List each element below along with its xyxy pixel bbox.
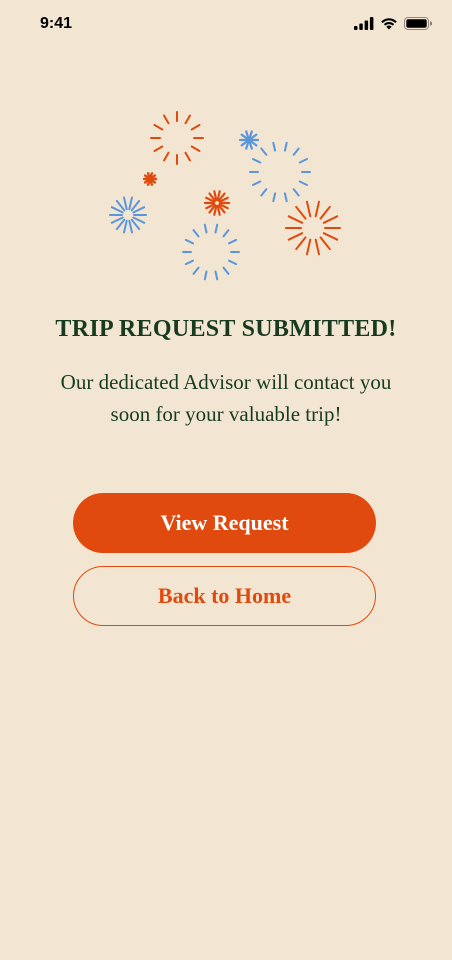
firework-burst-blue-large bbox=[249, 141, 311, 203]
status-time: 9:41 bbox=[40, 15, 73, 32]
fireworks-illustration bbox=[109, 111, 341, 281]
status-bar: 9:41 bbox=[0, 0, 452, 50]
firework-burst-red-right bbox=[285, 200, 341, 256]
firework-burst-red-center bbox=[203, 190, 231, 216]
confirmation-message: Our dedicated Advisor will contact you s… bbox=[60, 370, 392, 426]
firework-spark-blue bbox=[238, 130, 260, 150]
status-icons bbox=[354, 17, 432, 30]
view-request-button[interactable]: View Request bbox=[73, 493, 376, 553]
firework-burst-blue-bottom bbox=[182, 223, 240, 281]
firework-burst-red-top bbox=[150, 111, 204, 165]
firework-burst-blue-left bbox=[109, 196, 147, 234]
wifi-icon bbox=[381, 18, 397, 30]
battery-icon bbox=[404, 17, 432, 30]
firework-spark-red-small bbox=[142, 172, 158, 186]
page-title: TRIP REQUEST SUBMITTED! bbox=[55, 316, 397, 342]
back-to-home-button[interactable]: Back to Home bbox=[73, 566, 376, 626]
cellular-signal-icon bbox=[354, 17, 374, 30]
